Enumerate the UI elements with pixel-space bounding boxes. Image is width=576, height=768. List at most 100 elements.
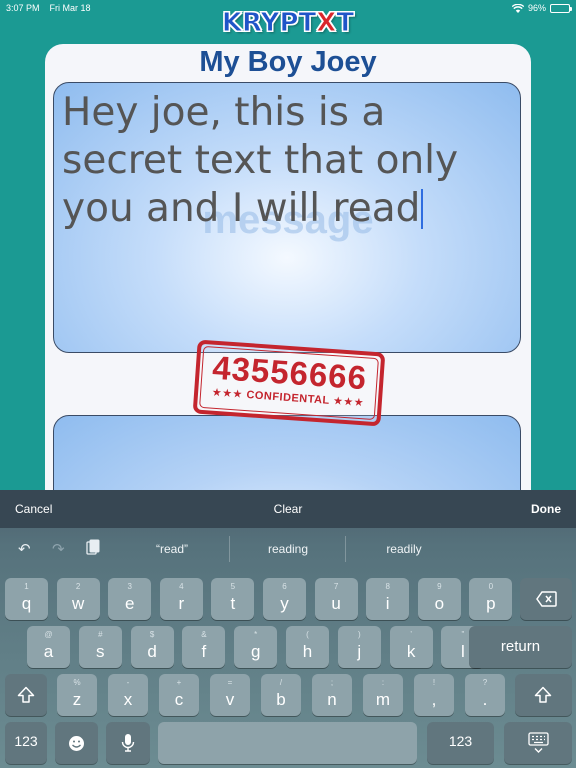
message-text-content: Hey joe, this is a secret text that only… (62, 90, 459, 231)
key-label: v (225, 690, 235, 709)
done-button[interactable]: Done (531, 502, 561, 516)
key-secondary-label: ; (330, 678, 334, 687)
key-label: g (250, 642, 261, 661)
key-label: m (375, 690, 391, 709)
key-label: y (280, 594, 289, 613)
undo-icon[interactable]: ↶ (18, 540, 31, 558)
suggestion-2[interactable]: reading (230, 542, 346, 556)
key-secondary-label: 6 (282, 582, 287, 591)
key-f[interactable]: & f (182, 626, 226, 668)
suggestion-1[interactable]: “read” (114, 542, 230, 556)
key-q[interactable]: 1q (5, 578, 48, 620)
delete-icon (536, 591, 557, 607)
key-secondary-label: 4 (179, 582, 184, 591)
key-secondary-label: % (73, 678, 81, 687)
cancel-button[interactable]: Cancel (15, 502, 52, 516)
key-w[interactable]: 2w (56, 578, 100, 620)
key-y[interactable]: 6y (263, 578, 306, 620)
key-p[interactable]: 0p (469, 578, 513, 620)
redo-icon[interactable]: ↷ (52, 540, 65, 558)
shift-left-key[interactable] (5, 674, 47, 716)
key-secondary-label: 0 (488, 582, 494, 591)
message-input[interactable]: message Hey joe, this is a secret text t… (53, 82, 521, 353)
key-secondary-label: * (254, 630, 258, 639)
key-secondary-label: & (201, 630, 207, 639)
key-label: u (331, 594, 341, 613)
key-s[interactable]: # s (78, 626, 122, 668)
key-label: q (21, 594, 32, 613)
key-r[interactable]: 4r (159, 578, 203, 620)
key-secondary-label: 7 (333, 582, 339, 591)
key-label: c (174, 690, 184, 709)
key-label: r (178, 594, 185, 613)
key-k[interactable]: ’ k (389, 626, 433, 668)
key-secondary-label: ’ (410, 630, 412, 639)
key-period[interactable]: ?. (465, 674, 505, 716)
key-x[interactable]: -x (108, 674, 148, 716)
shift-icon (17, 686, 35, 703)
app-logo: KRYPTXT (0, 8, 576, 39)
key-label: j (357, 642, 362, 661)
numbers-key-label: 123 (14, 733, 38, 749)
key-secondary-label: 5 (230, 582, 236, 591)
return-key[interactable]: return (469, 626, 572, 668)
key-o[interactable]: 9o (417, 578, 461, 620)
key-v[interactable]: = v (210, 674, 250, 716)
space-key[interactable] (158, 722, 417, 764)
numbers-key-label: 123 (448, 733, 473, 749)
key-d[interactable]: $ d (130, 626, 174, 668)
key-label: z (72, 690, 82, 709)
microphone-icon (121, 734, 135, 752)
keyboard-accessory-bar: Cancel Clear Done (0, 490, 576, 528)
key-label: . (482, 690, 488, 709)
key-a[interactable]: @ a (27, 626, 70, 668)
key-comma[interactable]: !, (414, 674, 454, 716)
key-n[interactable]: ; n (312, 674, 352, 716)
key-secondary-label: # (98, 630, 103, 639)
key-i[interactable]: 8i (366, 578, 410, 620)
message-text[interactable]: Hey joe, this is a secret text that only… (62, 89, 512, 233)
numbers-key-left[interactable]: 123 (5, 722, 47, 764)
clear-button[interactable]: Clear (274, 502, 303, 516)
shift-right-key[interactable] (515, 674, 572, 716)
key-c[interactable]: + c (159, 674, 199, 716)
return-key-label: return (500, 638, 541, 655)
key-label: t (230, 594, 236, 613)
numbers-key-right[interactable]: 123 (427, 722, 494, 764)
suggestion-3[interactable]: readily (346, 542, 462, 556)
emoji-icon (69, 736, 84, 751)
key-h[interactable]: (h (286, 626, 329, 668)
key-label: d (147, 642, 157, 661)
key-m[interactable]: :m (363, 674, 403, 716)
key-secondary-label: - (126, 678, 130, 687)
shift-icon (534, 686, 552, 703)
keyboard: Cancel Clear Done ↶ ↷ “read” reading rea… (0, 490, 576, 768)
hide-keyboard-key[interactable] (504, 722, 572, 764)
key-j[interactable]: ) j (337, 626, 381, 668)
key-e[interactable]: 3e (108, 578, 152, 620)
key-secondary-label: = (227, 678, 233, 687)
key-label: e (124, 594, 135, 613)
key-secondary-label: + (176, 678, 182, 687)
emoji-key[interactable] (55, 722, 98, 764)
key-b[interactable]: / b (261, 674, 301, 716)
paste-icon[interactable] (86, 539, 100, 556)
key-z[interactable]: % z (57, 674, 97, 716)
key-label: p (486, 594, 496, 613)
delete-key[interactable] (520, 578, 572, 620)
key-label: i (385, 594, 390, 613)
key-u[interactable]: 7u (314, 578, 358, 620)
key-secondary-label: ! (432, 678, 436, 687)
key-t[interactable]: 5t (211, 578, 255, 620)
confidential-stamp[interactable]: 43556666 ★★★ CONFIDENTAL ★★★ (192, 339, 386, 427)
text-caret (421, 189, 424, 229)
key-label: k (406, 642, 416, 661)
key-secondary-label: / (279, 678, 283, 687)
key-g[interactable]: * g (234, 626, 278, 668)
dictation-key[interactable] (106, 722, 150, 764)
key-secondary-label: 3 (127, 582, 132, 591)
logo-text-suffix: T (336, 8, 355, 39)
key-secondary-label: 2 (75, 582, 81, 591)
logo-text-x: X (316, 8, 337, 39)
key-label: o (434, 594, 445, 613)
